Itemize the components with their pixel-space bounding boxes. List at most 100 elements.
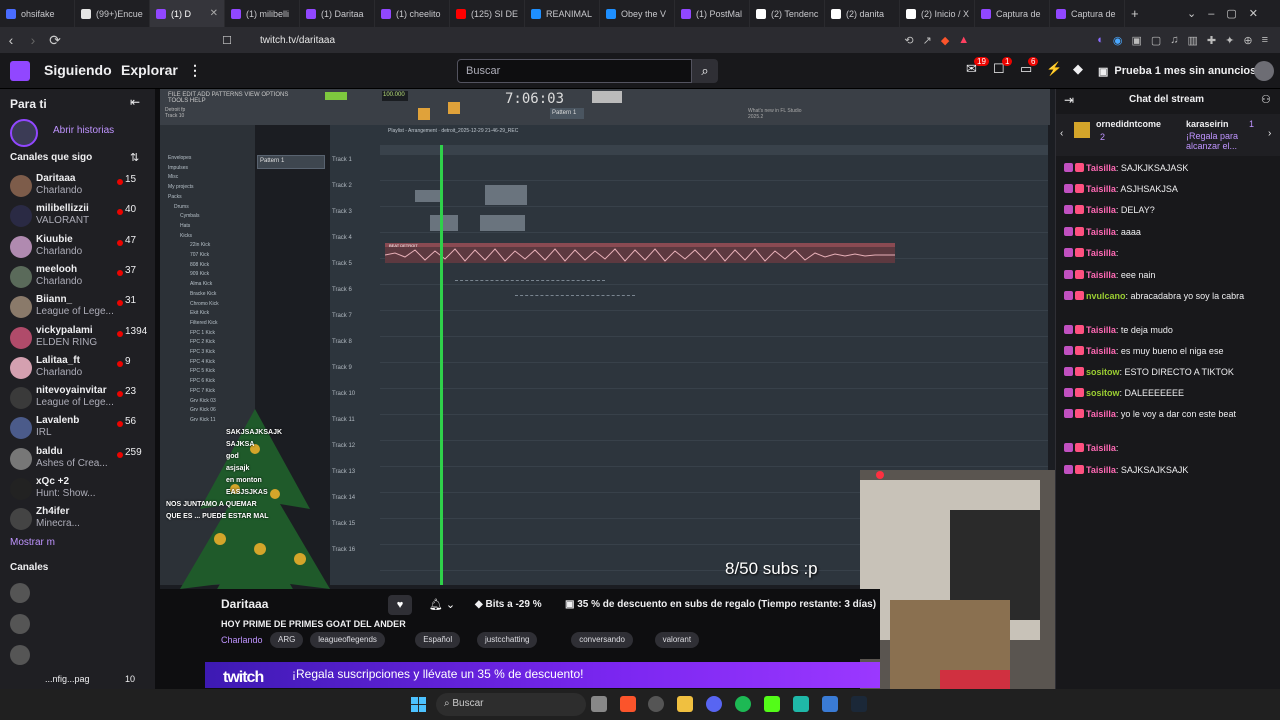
follow-heart-button[interactable]: ♥ bbox=[388, 595, 412, 615]
user-avatar[interactable] bbox=[1254, 61, 1274, 81]
sidebar-channel[interactable]: Kiuubie Charlando 47 bbox=[10, 233, 155, 263]
chevron-left-icon[interactable]: ‹ bbox=[1060, 128, 1063, 139]
chat-username[interactable]: Taisilla bbox=[1086, 325, 1116, 335]
browser-tab[interactable]: (1) milibelli bbox=[225, 0, 300, 27]
sidebar-channel[interactable]: Lalitaa_ft Charlando 9 bbox=[10, 354, 155, 384]
sidebar-channel[interactable]: milibellizzii VALORANT 40 bbox=[10, 202, 155, 232]
chat-username[interactable]: nvulcano bbox=[1086, 291, 1126, 301]
sort-icon[interactable]: ⇅ bbox=[130, 151, 139, 164]
drops-icon[interactable]: ⚡ bbox=[1046, 61, 1062, 77]
sidebar-icon[interactable]: ▥ bbox=[1188, 34, 1198, 47]
chevron-right-icon[interactable]: › bbox=[1268, 128, 1271, 139]
search-input[interactable]: Buscar bbox=[457, 59, 692, 83]
extension-icon[interactable]: ◐ bbox=[1097, 34, 1104, 47]
sidebar-channel[interactable]: Lavalenb IRL 56 bbox=[10, 414, 155, 444]
gift-sub-discount-button[interactable]: ▣ 35 % de descuento en subs de regalo (T… bbox=[565, 595, 876, 615]
channel-avatar[interactable] bbox=[10, 583, 30, 603]
window-controls[interactable]: ⌄–▢✕ bbox=[1187, 7, 1270, 20]
chat-username[interactable]: Taisilla bbox=[1086, 248, 1116, 258]
chat-username[interactable]: Taisilla bbox=[1086, 205, 1116, 215]
open-stories-link[interactable]: Abrir historias bbox=[53, 125, 114, 136]
collapse-chat-icon[interactable]: ⇥ bbox=[1064, 93, 1074, 107]
new-tab-icon[interactable]: + bbox=[1131, 6, 1139, 21]
sidebar-channel[interactable]: Daritaaa Charlando 15 bbox=[10, 172, 155, 202]
sidebar-channel[interactable]: Zh4ifer Minecra... bbox=[10, 505, 155, 535]
browser-tab[interactable]: Captura de bbox=[1050, 0, 1125, 27]
forward-icon[interactable]: › bbox=[22, 32, 44, 48]
browser-tab[interactable]: (125) SI DE bbox=[450, 0, 525, 27]
reload-icon[interactable]: ⟳ bbox=[44, 32, 66, 49]
stream-tag[interactable]: justcchatting bbox=[477, 632, 538, 648]
chat-username[interactable]: Taisilla bbox=[1086, 465, 1116, 475]
bookmark-icon[interactable]: ☐ bbox=[216, 34, 238, 47]
browser-tab[interactable]: (2) Inicio / X bbox=[900, 0, 975, 27]
chat-username[interactable]: Taisilla bbox=[1086, 270, 1116, 280]
crown-icon[interactable]: ◆ bbox=[1073, 61, 1083, 77]
leader-user[interactable]: ornedidntcome bbox=[1096, 119, 1161, 129]
channel-avatar[interactable] bbox=[10, 645, 30, 665]
windows-start-icon[interactable] bbox=[411, 697, 426, 712]
browser-tab[interactable]: (2) Tendenc bbox=[750, 0, 825, 27]
task-view-icon[interactable] bbox=[591, 696, 607, 712]
discord-icon[interactable] bbox=[706, 696, 722, 712]
stream-tag[interactable]: Español bbox=[415, 632, 461, 648]
chat-username[interactable]: Taisilla bbox=[1086, 409, 1116, 419]
chat-username[interactable]: Taisilla bbox=[1086, 443, 1116, 453]
browser-tab[interactable]: (1) Daritaa bbox=[300, 0, 375, 27]
browser-tab[interactable]: REANIMAL bbox=[525, 0, 600, 27]
stories-avatar[interactable] bbox=[10, 119, 38, 147]
bits-button[interactable]: ◆ Bits a -29 % bbox=[475, 595, 542, 615]
channel-avatar[interactable] bbox=[10, 614, 30, 634]
browser-tab[interactable]: ohsifake bbox=[0, 0, 75, 27]
puzzle-icon[interactable]: ✚ bbox=[1207, 34, 1216, 47]
sidebar-channel[interactable]: xQc +2 Hunt: Show... bbox=[10, 475, 155, 505]
kick-icon[interactable] bbox=[764, 696, 780, 712]
extension-icon-2[interactable]: ◉ bbox=[1113, 34, 1123, 47]
channel-name[interactable]: ...nfig...pag bbox=[45, 674, 90, 684]
stream-tag[interactable]: conversando bbox=[571, 632, 633, 648]
taskbar-search[interactable]: ⌕ Buscar bbox=[436, 693, 586, 716]
stream-category[interactable]: Charlando bbox=[221, 635, 263, 645]
translate-icon[interactable]: ⟲ bbox=[904, 34, 913, 47]
screenshot-icon[interactable]: ▢ bbox=[1151, 34, 1161, 47]
spotify-icon[interactable] bbox=[735, 696, 751, 712]
obs-icon[interactable] bbox=[793, 696, 809, 712]
twitch-logo[interactable] bbox=[10, 61, 30, 81]
browser-tab[interactable]: (1) PostMal bbox=[675, 0, 750, 27]
menu-icon[interactable]: ≡ bbox=[1262, 34, 1268, 47]
brave-shield-icon[interactable]: ◆ bbox=[941, 34, 949, 47]
nav-explore[interactable]: Explorar bbox=[121, 62, 178, 78]
chat-username[interactable]: sositow bbox=[1086, 388, 1120, 398]
promo-banner[interactable]: twitch ¡Regala suscripciones y llévate u… bbox=[205, 662, 880, 688]
browser-tab[interactable]: (99+)Encue bbox=[75, 0, 150, 27]
stream-tag[interactable]: ARG bbox=[270, 632, 304, 648]
notification-bell-button[interactable]: 🔔︎ ⌄ bbox=[424, 595, 460, 615]
close-tab-icon[interactable]: ✕ bbox=[210, 8, 218, 19]
stream-tag[interactable]: valorant bbox=[654, 632, 700, 648]
browser-tab[interactable]: (1) cheelito bbox=[375, 0, 450, 27]
browser-tab[interactable]: (1) D ✕ bbox=[150, 0, 225, 27]
chat-username[interactable]: Taisilla bbox=[1086, 184, 1116, 194]
browser-tab[interactable]: (2) danita bbox=[825, 0, 900, 27]
file-explorer-icon[interactable] bbox=[677, 696, 693, 712]
show-more-link[interactable]: Mostrar m bbox=[10, 537, 55, 548]
leader-user[interactable]: karaseirin bbox=[1186, 119, 1229, 129]
stream-tag[interactable]: leagueoflegends bbox=[310, 632, 385, 648]
search-button[interactable]: ⌕ bbox=[692, 59, 718, 83]
notepad-icon[interactable] bbox=[822, 696, 838, 712]
github-icon[interactable] bbox=[648, 696, 664, 712]
steam-icon[interactable] bbox=[851, 696, 867, 712]
brave-icon[interactable] bbox=[620, 696, 636, 712]
back-icon[interactable]: ‹ bbox=[0, 32, 22, 48]
sidebar-channel[interactable]: vickypalami ELDEN RING 1394 bbox=[10, 324, 155, 354]
music-icon[interactable]: ♫ bbox=[1170, 34, 1178, 47]
gift-cta[interactable]: ¡Regala para alcanzar el... bbox=[1186, 131, 1266, 151]
sidebar-channel[interactable]: Biiann_ League of Lege... 31 bbox=[10, 293, 155, 323]
streamer-name[interactable]: Daritaaa bbox=[221, 597, 268, 611]
community-icon[interactable]: ⚇ bbox=[1261, 93, 1271, 106]
wallet-icon[interactable]: ▣ bbox=[1131, 34, 1141, 47]
prime-button[interactable]: ▣ Prueba 1 mes sin anuncios bbox=[1098, 60, 1256, 82]
chat-username[interactable]: Taisilla bbox=[1086, 346, 1116, 356]
browser-tab[interactable]: Obey the V bbox=[600, 0, 675, 27]
sidebar-channel[interactable]: baldu Ashes of Crea... 259 bbox=[10, 445, 155, 475]
